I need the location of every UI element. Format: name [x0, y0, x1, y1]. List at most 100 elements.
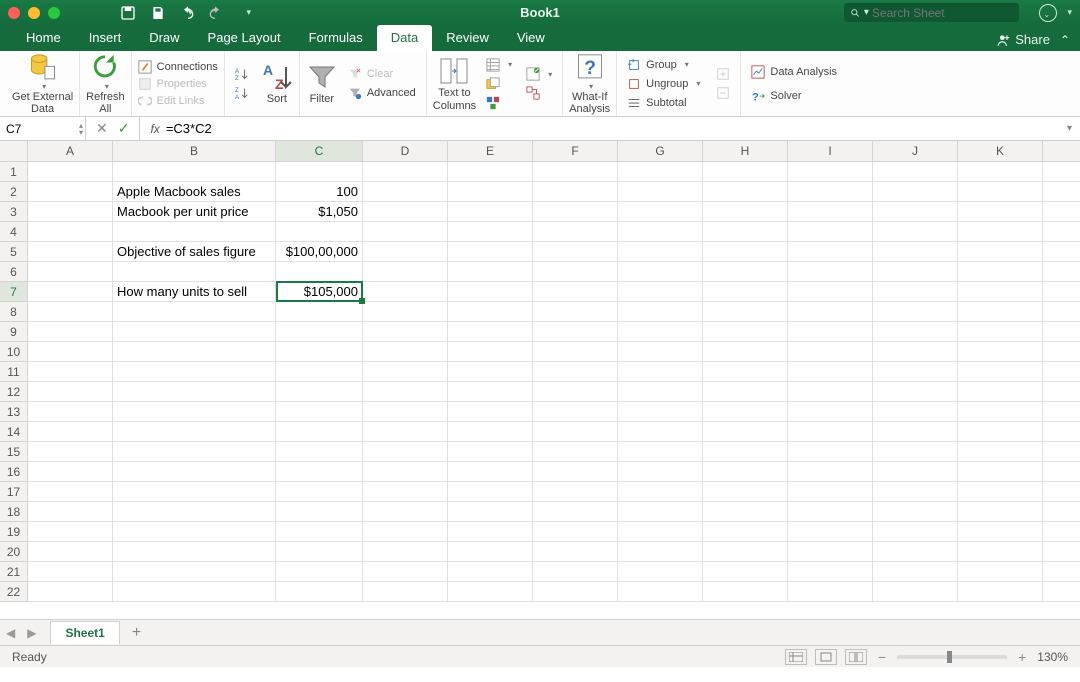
cell[interactable]	[788, 322, 873, 342]
cell[interactable]	[1043, 562, 1080, 582]
sheet-tab-active[interactable]: Sheet1	[50, 621, 119, 644]
cell[interactable]	[533, 202, 618, 222]
minimize-window-button[interactable]	[28, 7, 40, 19]
cell[interactable]	[28, 362, 113, 382]
zoom-slider[interactable]	[897, 655, 1007, 659]
cell[interactable]	[363, 222, 448, 242]
column-header[interactable]: A	[28, 141, 113, 161]
ungroup-button[interactable]: Ungroup▾	[623, 77, 704, 91]
add-sheet-button[interactable]: +	[120, 620, 153, 646]
row-header[interactable]: 3	[0, 202, 28, 222]
cell[interactable]	[448, 202, 533, 222]
cell[interactable]	[618, 562, 703, 582]
column-header[interactable]: L	[1043, 141, 1080, 161]
sheet-nav-next-icon[interactable]: ▶	[21, 626, 42, 640]
cell[interactable]	[28, 382, 113, 402]
cell[interactable]	[1043, 502, 1080, 522]
worksheet-grid[interactable]: A B C D E F G H I J K L 12Apple Macbook …	[0, 141, 1080, 619]
cell[interactable]	[873, 382, 958, 402]
remove-duplicates-button[interactable]	[482, 77, 516, 91]
row-header[interactable]: 14	[0, 422, 28, 442]
cell[interactable]	[448, 562, 533, 582]
cell[interactable]	[363, 262, 448, 282]
column-header[interactable]: D	[363, 141, 448, 161]
cell[interactable]	[788, 402, 873, 422]
cell[interactable]	[958, 222, 1043, 242]
column-header[interactable]: J	[873, 141, 958, 161]
cell[interactable]	[618, 422, 703, 442]
autosave-icon[interactable]	[120, 5, 136, 21]
cell[interactable]	[703, 542, 788, 562]
cell[interactable]	[363, 402, 448, 422]
cell[interactable]	[28, 202, 113, 222]
zoom-out-button[interactable]: −	[875, 649, 889, 665]
get-external-data-button[interactable]: ▾ Get External Data	[6, 51, 80, 116]
cell[interactable]	[788, 482, 873, 502]
cell[interactable]	[448, 422, 533, 442]
cell[interactable]	[276, 462, 363, 482]
cell[interactable]	[533, 482, 618, 502]
cell[interactable]	[533, 182, 618, 202]
cell[interactable]	[788, 582, 873, 602]
cell[interactable]	[363, 562, 448, 582]
column-header[interactable]: F	[533, 141, 618, 161]
cell[interactable]	[363, 182, 448, 202]
tab-home[interactable]: Home	[12, 25, 75, 51]
cell[interactable]	[363, 202, 448, 222]
cell[interactable]	[533, 262, 618, 282]
search-sheet-box[interactable]: ▾	[844, 3, 1019, 22]
cell[interactable]	[873, 162, 958, 182]
cell[interactable]: 100	[276, 182, 363, 202]
cell[interactable]	[28, 342, 113, 362]
cell[interactable]	[276, 402, 363, 422]
cell[interactable]	[788, 202, 873, 222]
collapse-ribbon-icon[interactable]: ⌃	[1060, 33, 1070, 47]
cell[interactable]	[618, 402, 703, 422]
cell[interactable]: $105,000	[276, 282, 363, 302]
cell[interactable]	[1043, 242, 1080, 262]
cell[interactable]	[703, 382, 788, 402]
tab-insert[interactable]: Insert	[75, 25, 136, 51]
cell[interactable]	[703, 422, 788, 442]
cell[interactable]	[873, 482, 958, 502]
cell[interactable]	[448, 382, 533, 402]
cell[interactable]	[703, 242, 788, 262]
cell[interactable]	[958, 502, 1043, 522]
cell[interactable]	[533, 362, 618, 382]
formula-bar-expand-icon[interactable]: ▾	[1059, 123, 1080, 134]
cell[interactable]	[618, 242, 703, 262]
cell[interactable]	[363, 242, 448, 262]
cell[interactable]	[873, 442, 958, 462]
cell[interactable]	[28, 482, 113, 502]
cell[interactable]	[1043, 222, 1080, 242]
sort-asc-button[interactable]: AZ	[231, 67, 253, 81]
formula-input[interactable]	[166, 121, 1059, 136]
cell[interactable]	[113, 322, 276, 342]
show-detail-button[interactable]	[712, 67, 734, 81]
cell[interactable]	[448, 522, 533, 542]
column-header[interactable]: K	[958, 141, 1043, 161]
cell[interactable]	[618, 522, 703, 542]
cell[interactable]	[28, 422, 113, 442]
row-header[interactable]: 10	[0, 342, 28, 362]
cell[interactable]	[788, 342, 873, 362]
cell[interactable]	[618, 302, 703, 322]
row-header[interactable]: 7	[0, 282, 28, 302]
row-header[interactable]: 22	[0, 582, 28, 602]
cell[interactable]	[448, 362, 533, 382]
qat-customize-icon[interactable]: ▾	[247, 7, 252, 18]
cell[interactable]	[363, 522, 448, 542]
cell[interactable]	[113, 222, 276, 242]
cell[interactable]	[276, 522, 363, 542]
solver-button[interactable]: ?Solver	[747, 89, 841, 103]
cell[interactable]	[703, 522, 788, 542]
cell[interactable]	[788, 262, 873, 282]
cell[interactable]	[28, 522, 113, 542]
row-header[interactable]: 12	[0, 382, 28, 402]
properties-button[interactable]: Properties	[138, 77, 218, 91]
cell[interactable]	[363, 282, 448, 302]
row-header[interactable]: 21	[0, 562, 28, 582]
cell[interactable]	[958, 182, 1043, 202]
cell[interactable]	[1043, 482, 1080, 502]
cell[interactable]	[113, 502, 276, 522]
